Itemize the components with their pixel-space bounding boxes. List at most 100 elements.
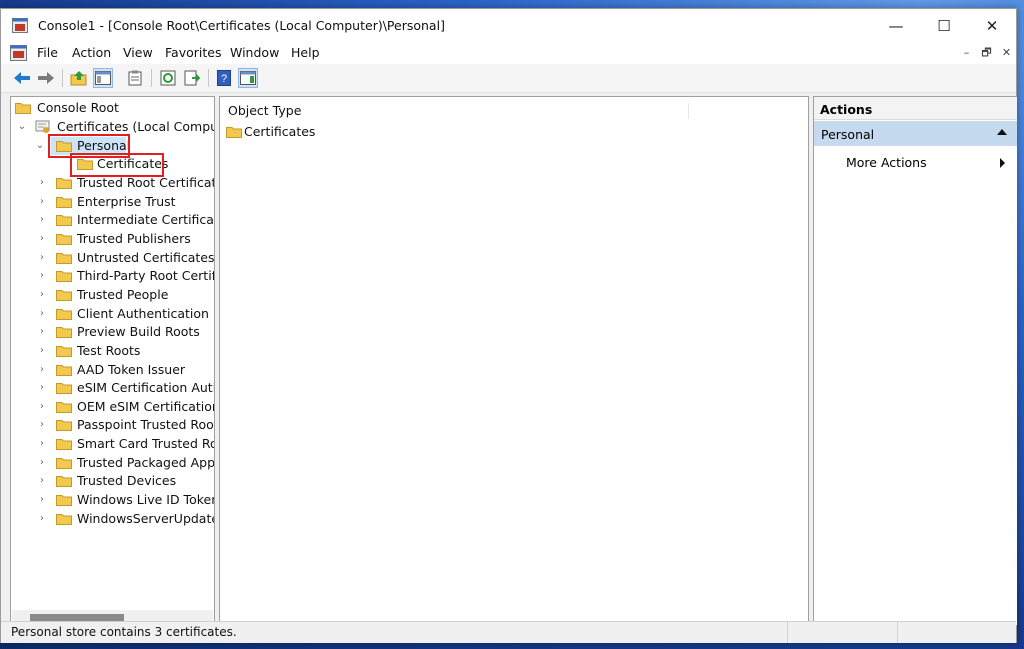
- chevron-right-icon[interactable]: ›: [37, 249, 47, 267]
- show-hide-console-tree-button[interactable]: [93, 68, 113, 88]
- tree-item-store[interactable]: › Preview Build Roots: [35, 323, 214, 341]
- tree-item-store[interactable]: › Passpoint Trusted Roots: [35, 416, 214, 434]
- menu-file[interactable]: File: [37, 45, 58, 60]
- chevron-right-icon[interactable]: ›: [37, 416, 47, 434]
- scrollbar-thumb[interactable]: [30, 614, 124, 621]
- console-tree-pane[interactable]: Console Root ⌄ Certificates (Local Compu…: [10, 96, 215, 626]
- tree-item-label: Trusted Root Certification: [77, 175, 214, 190]
- tree-item-store[interactable]: › Client Authentication Issu: [35, 305, 214, 323]
- tree-item-label: Trusted Publishers: [77, 231, 191, 246]
- tree-item-store[interactable]: › Trusted Root Certification: [35, 174, 214, 192]
- tree-item-store[interactable]: › AAD Token Issuer: [35, 361, 214, 379]
- tree-item-label: Client Authentication Issu: [77, 306, 214, 321]
- chevron-right-icon[interactable]: ›: [37, 361, 47, 379]
- chevron-right-icon[interactable]: ›: [37, 398, 47, 416]
- chevron-right-icon[interactable]: ›: [37, 323, 47, 341]
- close-button[interactable]: ✕: [969, 9, 1015, 42]
- mdi-close-icon[interactable]: ✕: [999, 45, 1014, 60]
- back-icon: [14, 72, 30, 84]
- folder-icon: [56, 197, 72, 208]
- menu-window[interactable]: Window: [230, 45, 279, 60]
- actions-section-personal[interactable]: Personal: [814, 121, 1017, 146]
- chevron-right-icon[interactable]: ›: [37, 454, 47, 472]
- tree-item-store[interactable]: › Third-Party Root Certifica: [35, 267, 215, 285]
- help-icon: ?: [217, 70, 231, 86]
- up-one-level-button[interactable]: [69, 68, 89, 88]
- chevron-right-icon[interactable]: ›: [37, 435, 47, 453]
- minimize-button[interactable]: —: [873, 9, 919, 42]
- chevron-right-icon[interactable]: ›: [37, 305, 47, 323]
- menu-help[interactable]: Help: [291, 45, 320, 60]
- folder-icon: [56, 495, 72, 506]
- menu-action[interactable]: Action: [72, 45, 111, 60]
- tree-item-store[interactable]: › Trusted Publishers: [35, 230, 214, 248]
- submenu-arrow-icon[interactable]: [1000, 158, 1005, 168]
- tree-item-label: Windows Live ID Token Iss: [77, 492, 214, 507]
- mdi-restore-icon[interactable]: 🗗: [979, 45, 994, 60]
- maximize-button[interactable]: ☐: [921, 9, 967, 42]
- show-hide-action-pane-button[interactable]: [238, 68, 258, 88]
- tree-item-store[interactable]: › Enterprise Trust: [35, 193, 214, 211]
- tree-item-label: OEM eSIM Certification A: [77, 399, 215, 414]
- tree-item-store[interactable]: › Windows Live ID Token Iss: [35, 491, 214, 509]
- column-separator[interactable]: [688, 103, 689, 119]
- chevron-right-icon[interactable]: ›: [37, 174, 47, 192]
- chevron-right-icon[interactable]: ›: [37, 472, 47, 490]
- folder-icon: [226, 127, 242, 138]
- chevron-right-icon[interactable]: ›: [37, 491, 47, 509]
- tree-item-store[interactable]: › WindowsServerUpdateSer: [35, 510, 214, 528]
- tree-item-store[interactable]: › Trusted Packaged App Ins: [35, 454, 214, 472]
- toolbar-separator: [62, 69, 63, 87]
- tree-item-label: Trusted People: [77, 287, 169, 302]
- tree-item-label: Intermediate Certification: [77, 212, 214, 227]
- status-separator: [787, 622, 788, 643]
- folder-icon: [56, 215, 72, 226]
- menu-view[interactable]: View: [123, 45, 153, 60]
- status-bar: Personal store contains 3 certificates.: [1, 621, 1016, 643]
- tree-item-store[interactable]: › Untrusted Certificates: [35, 249, 214, 267]
- tree-item-store[interactable]: › eSIM Certification Author: [35, 379, 214, 397]
- chevron-right-icon[interactable]: ›: [37, 342, 47, 360]
- folder-icon: [56, 178, 72, 189]
- chevron-right-icon[interactable]: ›: [37, 286, 47, 304]
- column-header-object-type[interactable]: Object Type: [228, 103, 301, 118]
- tree-item-store[interactable]: › Test Roots: [35, 342, 214, 360]
- chevron-right-icon[interactable]: ›: [37, 510, 47, 528]
- console-doc-icon[interactable]: [10, 45, 27, 61]
- chevron-right-icon[interactable]: ›: [37, 193, 47, 211]
- tree-item-store[interactable]: › Smart Card Trusted Roots: [35, 435, 214, 453]
- list-item-label: Certificates: [244, 124, 316, 139]
- tree-item-label: WindowsServerUpdateSer: [77, 511, 214, 526]
- folder-icon: [56, 253, 72, 264]
- chevron-right-icon[interactable]: ›: [37, 379, 47, 397]
- menu-favorites[interactable]: Favorites: [165, 45, 221, 60]
- more-actions-item[interactable]: More Actions: [846, 155, 927, 170]
- folder-icon: [56, 309, 72, 320]
- properties-button[interactable]: [125, 68, 145, 88]
- tree-item-label: Trusted Devices: [77, 473, 177, 488]
- chevron-right-icon[interactable]: ›: [37, 211, 47, 229]
- list-item-certificates[interactable]: Certificates: [226, 123, 315, 141]
- forward-icon: [38, 72, 54, 84]
- mdi-minimize-icon[interactable]: –: [959, 45, 974, 60]
- tree-item-store[interactable]: › OEM eSIM Certification A: [35, 398, 215, 416]
- tree-item-label: Third-Party Root Certifica: [77, 268, 215, 283]
- forward-button[interactable]: [36, 68, 56, 88]
- chevron-right-icon[interactable]: ›: [37, 267, 47, 285]
- title-bar[interactable]: Console1 - [Console Root\Certificates (L…: [1, 9, 1016, 42]
- chevron-right-icon[interactable]: ›: [37, 230, 47, 248]
- tree-item-store[interactable]: › Intermediate Certification: [35, 211, 214, 229]
- refresh-button[interactable]: [158, 68, 178, 88]
- export-list-button[interactable]: [182, 68, 202, 88]
- chevron-down-icon[interactable]: ⌄: [35, 137, 45, 155]
- collapse-up-icon[interactable]: [997, 129, 1007, 135]
- tree-item-store[interactable]: › Trusted Devices: [35, 472, 214, 490]
- help-button[interactable]: ?: [214, 68, 234, 88]
- chevron-down-icon[interactable]: ⌄: [17, 118, 27, 136]
- result-list-pane[interactable]: Object Type Certificates: [219, 96, 809, 626]
- tree-item-console-root[interactable]: Console Root: [15, 99, 205, 117]
- tree-item-store[interactable]: › Trusted People: [35, 286, 214, 304]
- back-button[interactable]: [12, 68, 32, 88]
- folder-icon: [56, 402, 72, 413]
- folder-icon: [56, 514, 72, 525]
